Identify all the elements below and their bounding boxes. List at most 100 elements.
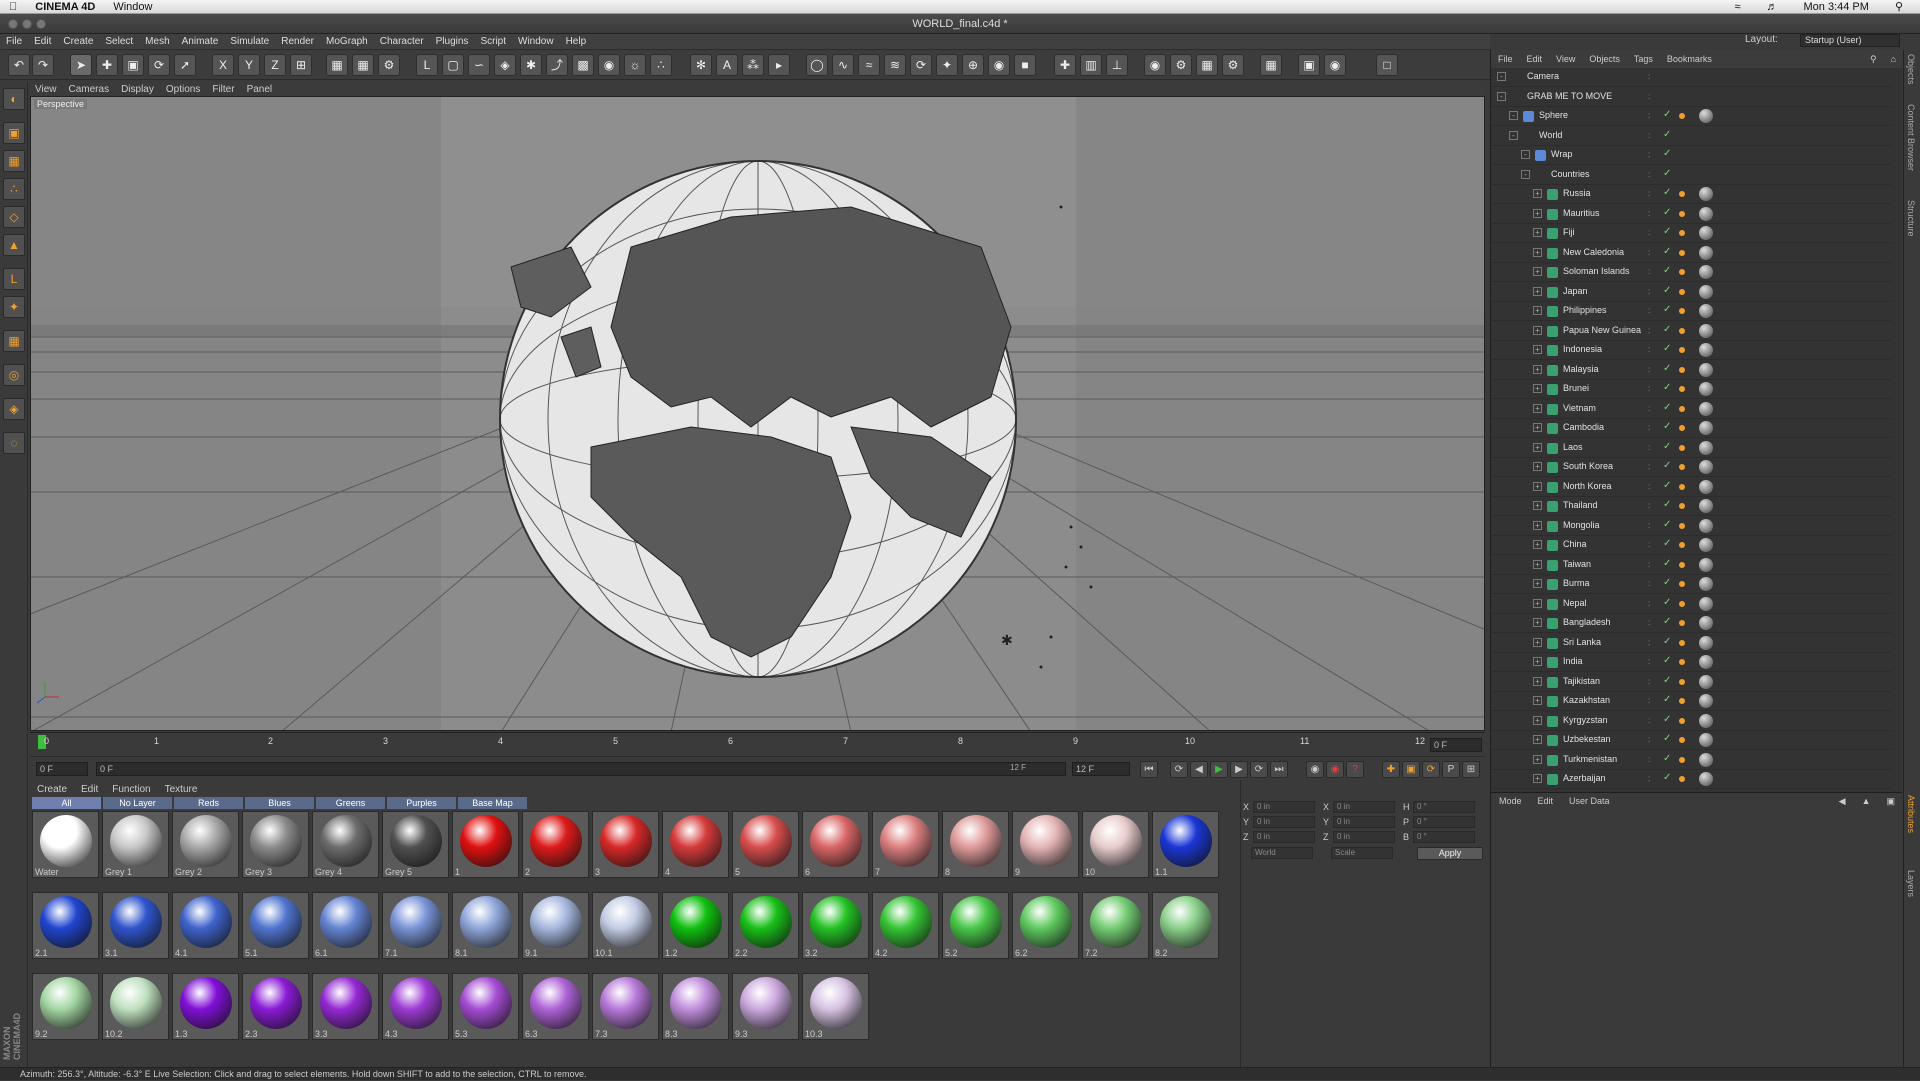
x-axis-lock-icon[interactable]: X (212, 54, 234, 76)
material-swatch[interactable]: Grey 5 (382, 811, 449, 878)
lock-icon[interactable]: ▣ (1878, 796, 1903, 807)
material-tag-icon[interactable] (1699, 343, 1713, 357)
visibility-dots-icon[interactable]: : (1648, 404, 1656, 413)
enabled-check-icon[interactable]: ✓ (1663, 519, 1671, 530)
tag-dot-icon[interactable] (1679, 210, 1685, 217)
expand-toggle-icon[interactable]: + (1533, 247, 1542, 257)
tag-dot-icon[interactable] (1679, 581, 1685, 587)
hair-icon[interactable]: ∿ (832, 54, 854, 76)
previous-frame-icon[interactable]: ◀ (1190, 761, 1208, 778)
menu-animate[interactable]: Animate (176, 36, 225, 47)
key-position-icon[interactable]: ✚ (1382, 761, 1400, 778)
tab-blues[interactable]: Blues (245, 797, 314, 809)
tag-dot-icon[interactable] (1679, 678, 1685, 685)
bodypaint-icon[interactable]: ■ (1014, 54, 1036, 76)
material-swatch[interactable]: 9 (1012, 811, 1079, 878)
object-row[interactable]: + Brunei: ✓ (1491, 380, 1891, 399)
material-tag-icon[interactable] (1699, 557, 1713, 572)
enabled-check-icon[interactable]: ✓ (1663, 363, 1671, 374)
enabled-check-icon[interactable]: ✓ (1663, 187, 1671, 198)
material-tag-icon[interactable] (1699, 323, 1713, 338)
start-frame-field[interactable]: 0 F (36, 762, 88, 776)
material-swatch[interactable]: 3 (592, 811, 659, 878)
object-row[interactable]: + Taiwan: ✓ (1491, 556, 1891, 575)
material-tag-icon[interactable] (1699, 109, 1713, 123)
expand-toggle-icon[interactable]: + (1533, 696, 1542, 705)
enabled-check-icon[interactable]: ✓ (1663, 558, 1671, 569)
expand-toggle-icon[interactable]: + (1533, 540, 1542, 549)
material-swatch[interactable]: 1.2 (662, 892, 729, 959)
rotate-icon[interactable]: ⟳ (148, 54, 170, 76)
visibility-dots-icon[interactable]: : (1648, 131, 1656, 140)
up-arrow-icon[interactable]: ▲ (1854, 796, 1879, 806)
keyframe-selection-icon[interactable]: ? (1346, 761, 1364, 778)
object-row[interactable]: + Japan: ✓ (1491, 283, 1891, 302)
attr-menu-mode[interactable]: Mode (1491, 796, 1530, 806)
tag-dot-icon[interactable] (1679, 717, 1685, 724)
material-tag-icon[interactable] (1699, 265, 1713, 279)
material-menu-create[interactable]: Create (30, 784, 74, 795)
material-swatch[interactable]: 2.2 (732, 892, 799, 959)
expand-toggle-icon[interactable]: + (1533, 306, 1542, 315)
enabled-check-icon[interactable]: ✓ (1663, 636, 1671, 647)
timeline-ruler[interactable]: 0 1 2 3 4 5 6 7 8 9 10 11 12 0 F (30, 732, 1485, 756)
visibility-dots-icon[interactable]: : (1648, 112, 1656, 120)
material-swatch[interactable]: 8.2 (1152, 892, 1219, 959)
lock-view-icon[interactable]: ▣ (1298, 54, 1320, 76)
material-swatch[interactable]: 6.2 (1012, 892, 1079, 959)
material-tag-icon[interactable] (1699, 460, 1713, 474)
material-tag-icon[interactable] (1699, 577, 1713, 591)
dynamics-icon[interactable]: ⟳ (910, 54, 932, 76)
tab-attributes[interactable]: Attributes (1906, 795, 1916, 833)
menu-script[interactable]: Script (474, 36, 512, 47)
back-arrow-icon[interactable]: ◀ (1831, 796, 1854, 807)
window-menu[interactable]: Window (104, 1, 161, 13)
visibility-dots-icon[interactable]: : (1648, 775, 1656, 783)
material-tag-icon[interactable] (1699, 596, 1713, 611)
viewport-menu-options[interactable]: Options (161, 84, 205, 95)
recent-tool-icon[interactable]: ➚ (174, 54, 196, 76)
key-pla-icon[interactable]: ⊞ (1462, 761, 1480, 778)
material-swatch[interactable]: 2.1 (32, 892, 99, 959)
enabled-check-icon[interactable]: ✓ (1663, 421, 1671, 432)
object-row[interactable]: + China: ✓ (1491, 536, 1891, 555)
menu-character[interactable]: Character (374, 36, 430, 47)
expand-toggle-icon[interactable]: + (1533, 384, 1542, 393)
expand-toggle-icon[interactable]: + (1533, 208, 1542, 218)
material-tag-icon[interactable] (1699, 187, 1713, 201)
enabled-check-icon[interactable]: ✓ (1663, 265, 1671, 276)
material-tag-icon[interactable] (1699, 440, 1713, 455)
enabled-check-icon[interactable]: ✓ (1663, 538, 1671, 549)
object-row[interactable]: + Malaysia: ✓ (1491, 361, 1891, 380)
expand-toggle-icon[interactable]: - (1521, 169, 1530, 179)
tag-dot-icon[interactable] (1679, 366, 1685, 373)
checkerboard-icon[interactable]: ▦ (1260, 54, 1282, 76)
tag-dot-icon[interactable] (1679, 249, 1685, 256)
expand-toggle-icon[interactable]: + (1533, 559, 1542, 569)
material-tag-icon[interactable] (1699, 616, 1713, 630)
visibility-dots-icon[interactable]: : (1648, 599, 1656, 608)
live-selection-icon[interactable]: ➤ (70, 54, 92, 76)
expand-toggle-icon[interactable]: - (1497, 72, 1506, 81)
material-tag-icon[interactable] (1699, 538, 1713, 552)
visibility-dots-icon[interactable]: : (1648, 716, 1656, 725)
object-row[interactable]: + Azerbaijan: ✓ (1491, 770, 1891, 789)
perspective-viewport[interactable]: ✱ Perspective (30, 96, 1485, 731)
python-icon[interactable]: ◉ (1144, 54, 1166, 76)
workplane-mode-icon[interactable]: ▦ (3, 330, 25, 352)
material-tag-icon[interactable] (1699, 635, 1713, 650)
expand-toggle-icon[interactable]: + (1533, 286, 1542, 296)
material-tag-icon[interactable] (1699, 713, 1713, 728)
edges-mode-icon[interactable]: ◇ (3, 206, 25, 228)
tag-dot-icon[interactable] (1679, 561, 1685, 568)
tag-dot-icon[interactable] (1679, 405, 1685, 412)
rot-h-field[interactable]: 0 ° (1413, 801, 1475, 813)
object-row[interactable]: + Philippines: ✓ (1491, 302, 1891, 321)
material-tag-icon[interactable] (1699, 674, 1713, 689)
visibility-dots-icon[interactable]: : (1648, 658, 1656, 666)
go-to-start-icon[interactable]: ⏮ (1140, 761, 1158, 778)
viewport-menu-display[interactable]: Display (116, 84, 159, 95)
visibility-dots-icon[interactable]: : (1648, 346, 1656, 354)
material-tag-icon[interactable] (1699, 655, 1713, 669)
material-swatch[interactable]: 5.1 (242, 892, 309, 959)
